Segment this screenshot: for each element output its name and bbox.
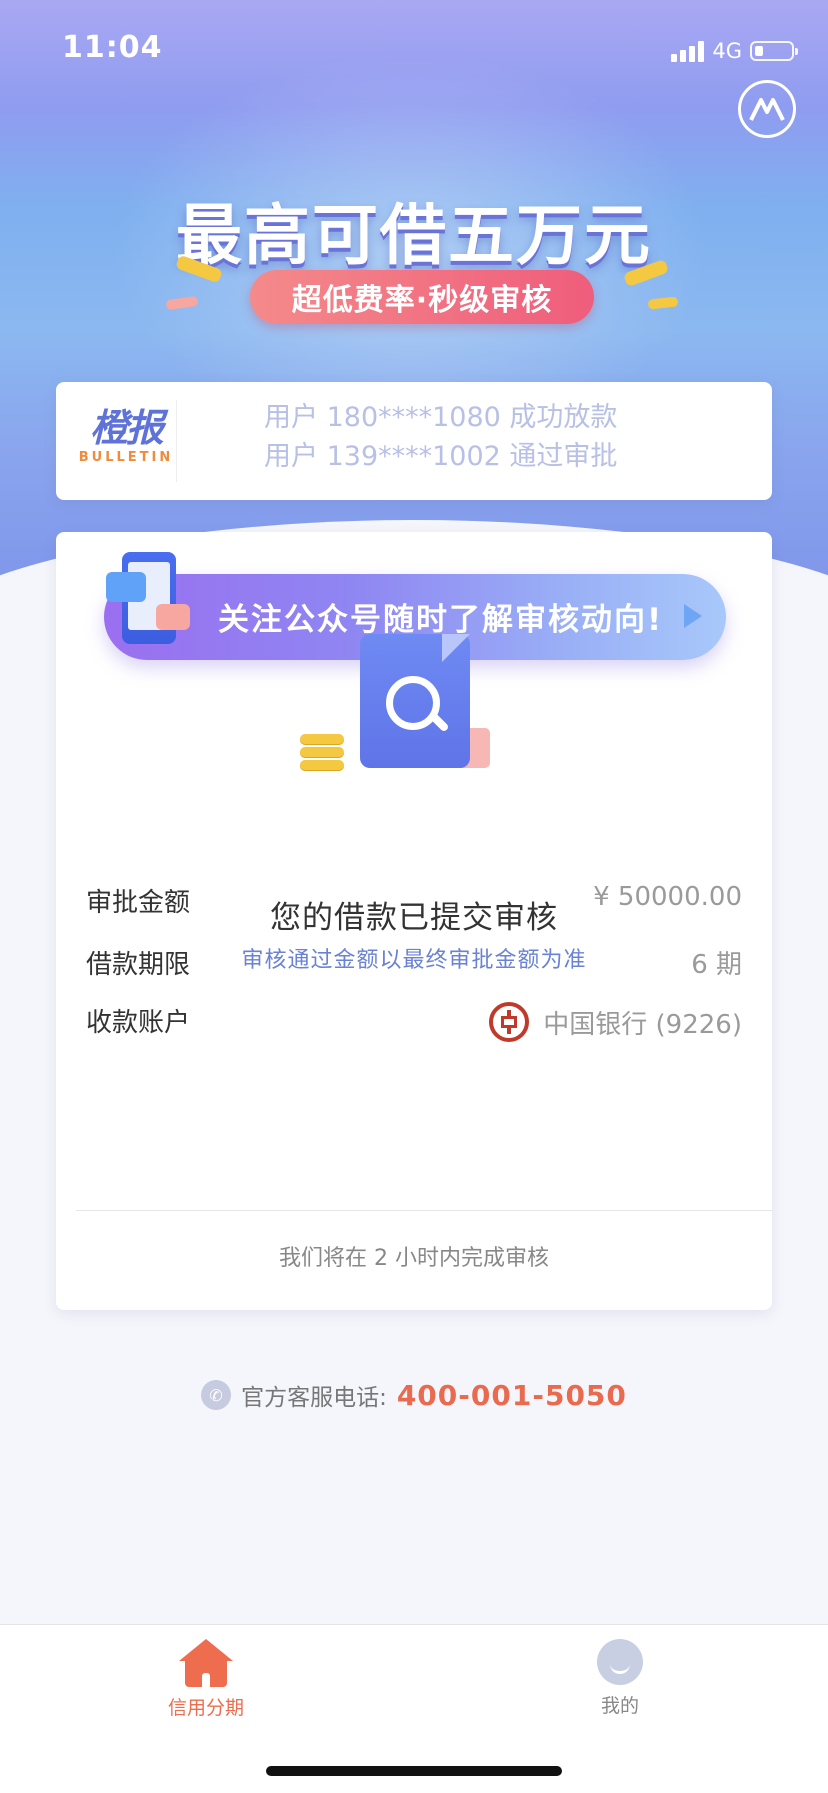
review-time-note: 我们将在 2 小时内完成审核: [279, 1246, 549, 1271]
row-value: 中国银行 (9226): [489, 1002, 742, 1042]
home-indicator: [266, 1766, 562, 1776]
bulletin-ticker: 用户 180****1080 成功放款 用户 139****1002 通过审批: [264, 398, 617, 476]
hero-pill: 超低费率·秒级审核: [250, 270, 594, 324]
coins-icon: [300, 734, 344, 773]
review-document-illustration: [300, 634, 500, 784]
bulletin-card: 橙报 BULLETIN 用户 180****1080 成功放款 用户 139**…: [56, 382, 772, 500]
row-label: 审批金额: [86, 888, 191, 918]
status-indicators: 4G: [671, 38, 798, 64]
tab-credit-installment[interactable]: 信用分期: [136, 1639, 276, 1720]
service-phone-number[interactable]: 400-001-5050: [397, 1379, 627, 1412]
bulletin-logo-title: 橙报: [89, 406, 164, 450]
bulletin-logo-sub: BULLETIN: [78, 450, 174, 465]
row-value: 6 期: [691, 950, 742, 980]
ticker-line: 用户 139****1002 通过审批: [264, 441, 618, 472]
divider: [76, 1210, 772, 1211]
customer-service[interactable]: ✆ 官方客服电话: 400-001-5050: [0, 1378, 828, 1412]
play-arrow-icon: [684, 604, 702, 628]
service-label: 官方客服电话:: [241, 1385, 387, 1411]
home-icon: [179, 1639, 233, 1687]
chat-bubble-icon: [106, 572, 146, 602]
row-label: 借款期限: [86, 950, 191, 980]
magnifier-icon: [386, 676, 440, 730]
profile-icon: [597, 1639, 643, 1685]
document-icon: [360, 634, 470, 768]
review-card: 关注公众号随时了解审核动向! 您的借款已提交审核 审核通过金额以最终审批金额为准…: [56, 532, 772, 1310]
phone-icon: ✆: [201, 1380, 232, 1410]
loan-term-row: 借款期限 6 期: [86, 944, 742, 984]
tab-label: 信用分期: [167, 1697, 244, 1719]
hero-headline: 最高可借五万元: [176, 197, 652, 274]
ticker-line: 用户 180****1080 成功放款: [264, 402, 618, 433]
signal-icon: [671, 40, 705, 62]
tab-label: 我的: [600, 1695, 639, 1717]
bulletin-separator: [176, 400, 177, 482]
status-time: 11:04: [62, 30, 163, 65]
bank-of-china-icon: [489, 1002, 530, 1042]
bulletin-logo: 橙报 BULLETIN: [72, 406, 180, 465]
row-value: ¥ 50000.00: [593, 882, 742, 912]
row-label: 收款账户: [86, 1008, 191, 1038]
tab-mine[interactable]: 我的: [550, 1639, 690, 1718]
receiving-account-row: 收款账户 中国银行 (9226): [86, 1002, 742, 1042]
app-logo-icon[interactable]: [738, 80, 796, 138]
banner-text: 关注公众号随时了解审核动向!: [218, 602, 664, 638]
network-label: 4G: [712, 39, 742, 63]
chat-bubble-icon: [156, 604, 190, 630]
battery-icon: [750, 41, 798, 61]
approval-amount-row: 审批金额 ¥ 50000.00: [86, 882, 742, 922]
